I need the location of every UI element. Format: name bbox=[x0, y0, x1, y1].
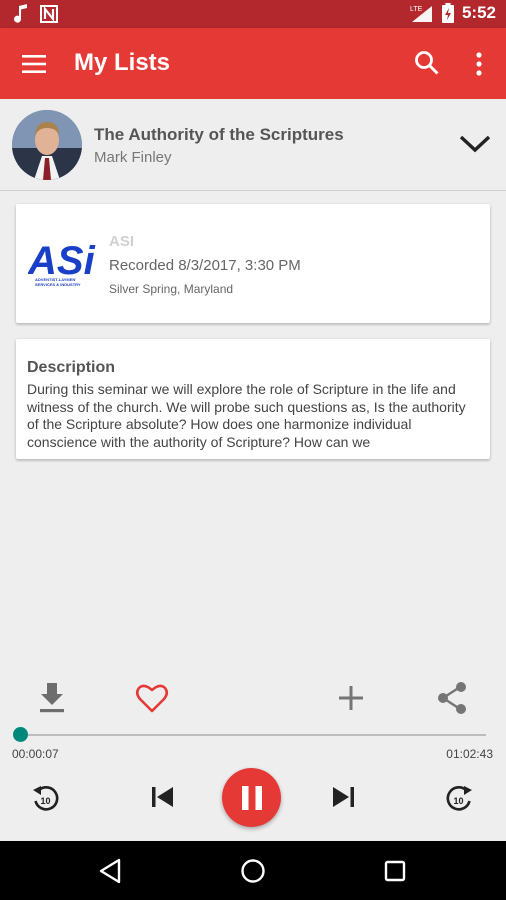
skip-previous-icon[interactable] bbox=[150, 786, 176, 808]
music-note-icon bbox=[14, 4, 27, 23]
recorded-date: Recorded 8/3/2017, 3:30 PM bbox=[109, 257, 301, 274]
more-vert-icon[interactable] bbox=[468, 50, 490, 78]
search-icon[interactable] bbox=[414, 50, 440, 76]
avatar bbox=[12, 110, 82, 180]
seek-thumb[interactable] bbox=[13, 727, 29, 742]
status-time: 5:52 bbox=[461, 3, 496, 22]
lte-signal-icon: LTE bbox=[410, 6, 432, 22]
add-icon[interactable] bbox=[333, 680, 369, 716]
skip-next-icon[interactable] bbox=[330, 786, 356, 808]
recording-info-card: ASi ADVENTIST-LAYMEN' SERVICES & INDUSTR… bbox=[16, 204, 490, 323]
action-row bbox=[0, 680, 506, 720]
svg-text:10: 10 bbox=[454, 796, 464, 806]
asi-logo: ASi ADVENTIST-LAYMEN' SERVICES & INDUSTR… bbox=[28, 239, 96, 287]
svg-text:SERVICES & INDUSTRY: SERVICES & INDUSTRY bbox=[35, 282, 81, 287]
status-bar: LTE 5:52 bbox=[0, 0, 506, 28]
organization-name: ASI bbox=[109, 233, 135, 250]
track-title: The Authority of the Scriptures bbox=[94, 125, 344, 144]
system-nav-bar bbox=[0, 841, 506, 900]
n-notification-icon bbox=[40, 5, 58, 23]
download-icon[interactable] bbox=[34, 680, 70, 716]
now-playing-header[interactable]: The Authority of the Scriptures Mark Fin… bbox=[0, 99, 506, 191]
elapsed-time: 00:00:07 bbox=[12, 747, 59, 761]
forward-10-icon[interactable]: 10 bbox=[443, 783, 475, 815]
page-title: My Lists bbox=[74, 49, 171, 76]
share-icon[interactable] bbox=[434, 680, 470, 716]
app-bar: My Lists bbox=[0, 28, 506, 99]
battery-charging-icon bbox=[441, 3, 454, 23]
recents-icon[interactable] bbox=[380, 856, 410, 886]
chevron-down-icon[interactable] bbox=[458, 133, 492, 155]
svg-text:LTE: LTE bbox=[410, 6, 423, 13]
recording-location: Silver Spring, Maryland bbox=[109, 282, 234, 296]
description-card[interactable]: Description During this seminar we will … bbox=[16, 339, 490, 459]
description-text: During this seminar we will explore the … bbox=[27, 381, 466, 450]
total-time: 01:02:43 bbox=[446, 747, 493, 761]
svg-text:10: 10 bbox=[41, 796, 51, 806]
replay-10-icon[interactable]: 10 bbox=[30, 783, 62, 815]
favorite-heart-icon[interactable] bbox=[134, 680, 170, 716]
pause-button[interactable] bbox=[222, 768, 281, 827]
pause-icon bbox=[242, 786, 262, 810]
track-artist: Mark Finley bbox=[94, 149, 172, 166]
seek-track[interactable] bbox=[20, 734, 486, 736]
home-icon[interactable] bbox=[238, 856, 268, 886]
description-heading: Description bbox=[27, 359, 116, 376]
playback-controls: 10 10 bbox=[0, 766, 506, 830]
back-icon[interactable] bbox=[96, 856, 126, 886]
progress-area: 00:00:07 01:02:43 bbox=[0, 726, 506, 766]
menu-icon[interactable] bbox=[20, 52, 48, 76]
